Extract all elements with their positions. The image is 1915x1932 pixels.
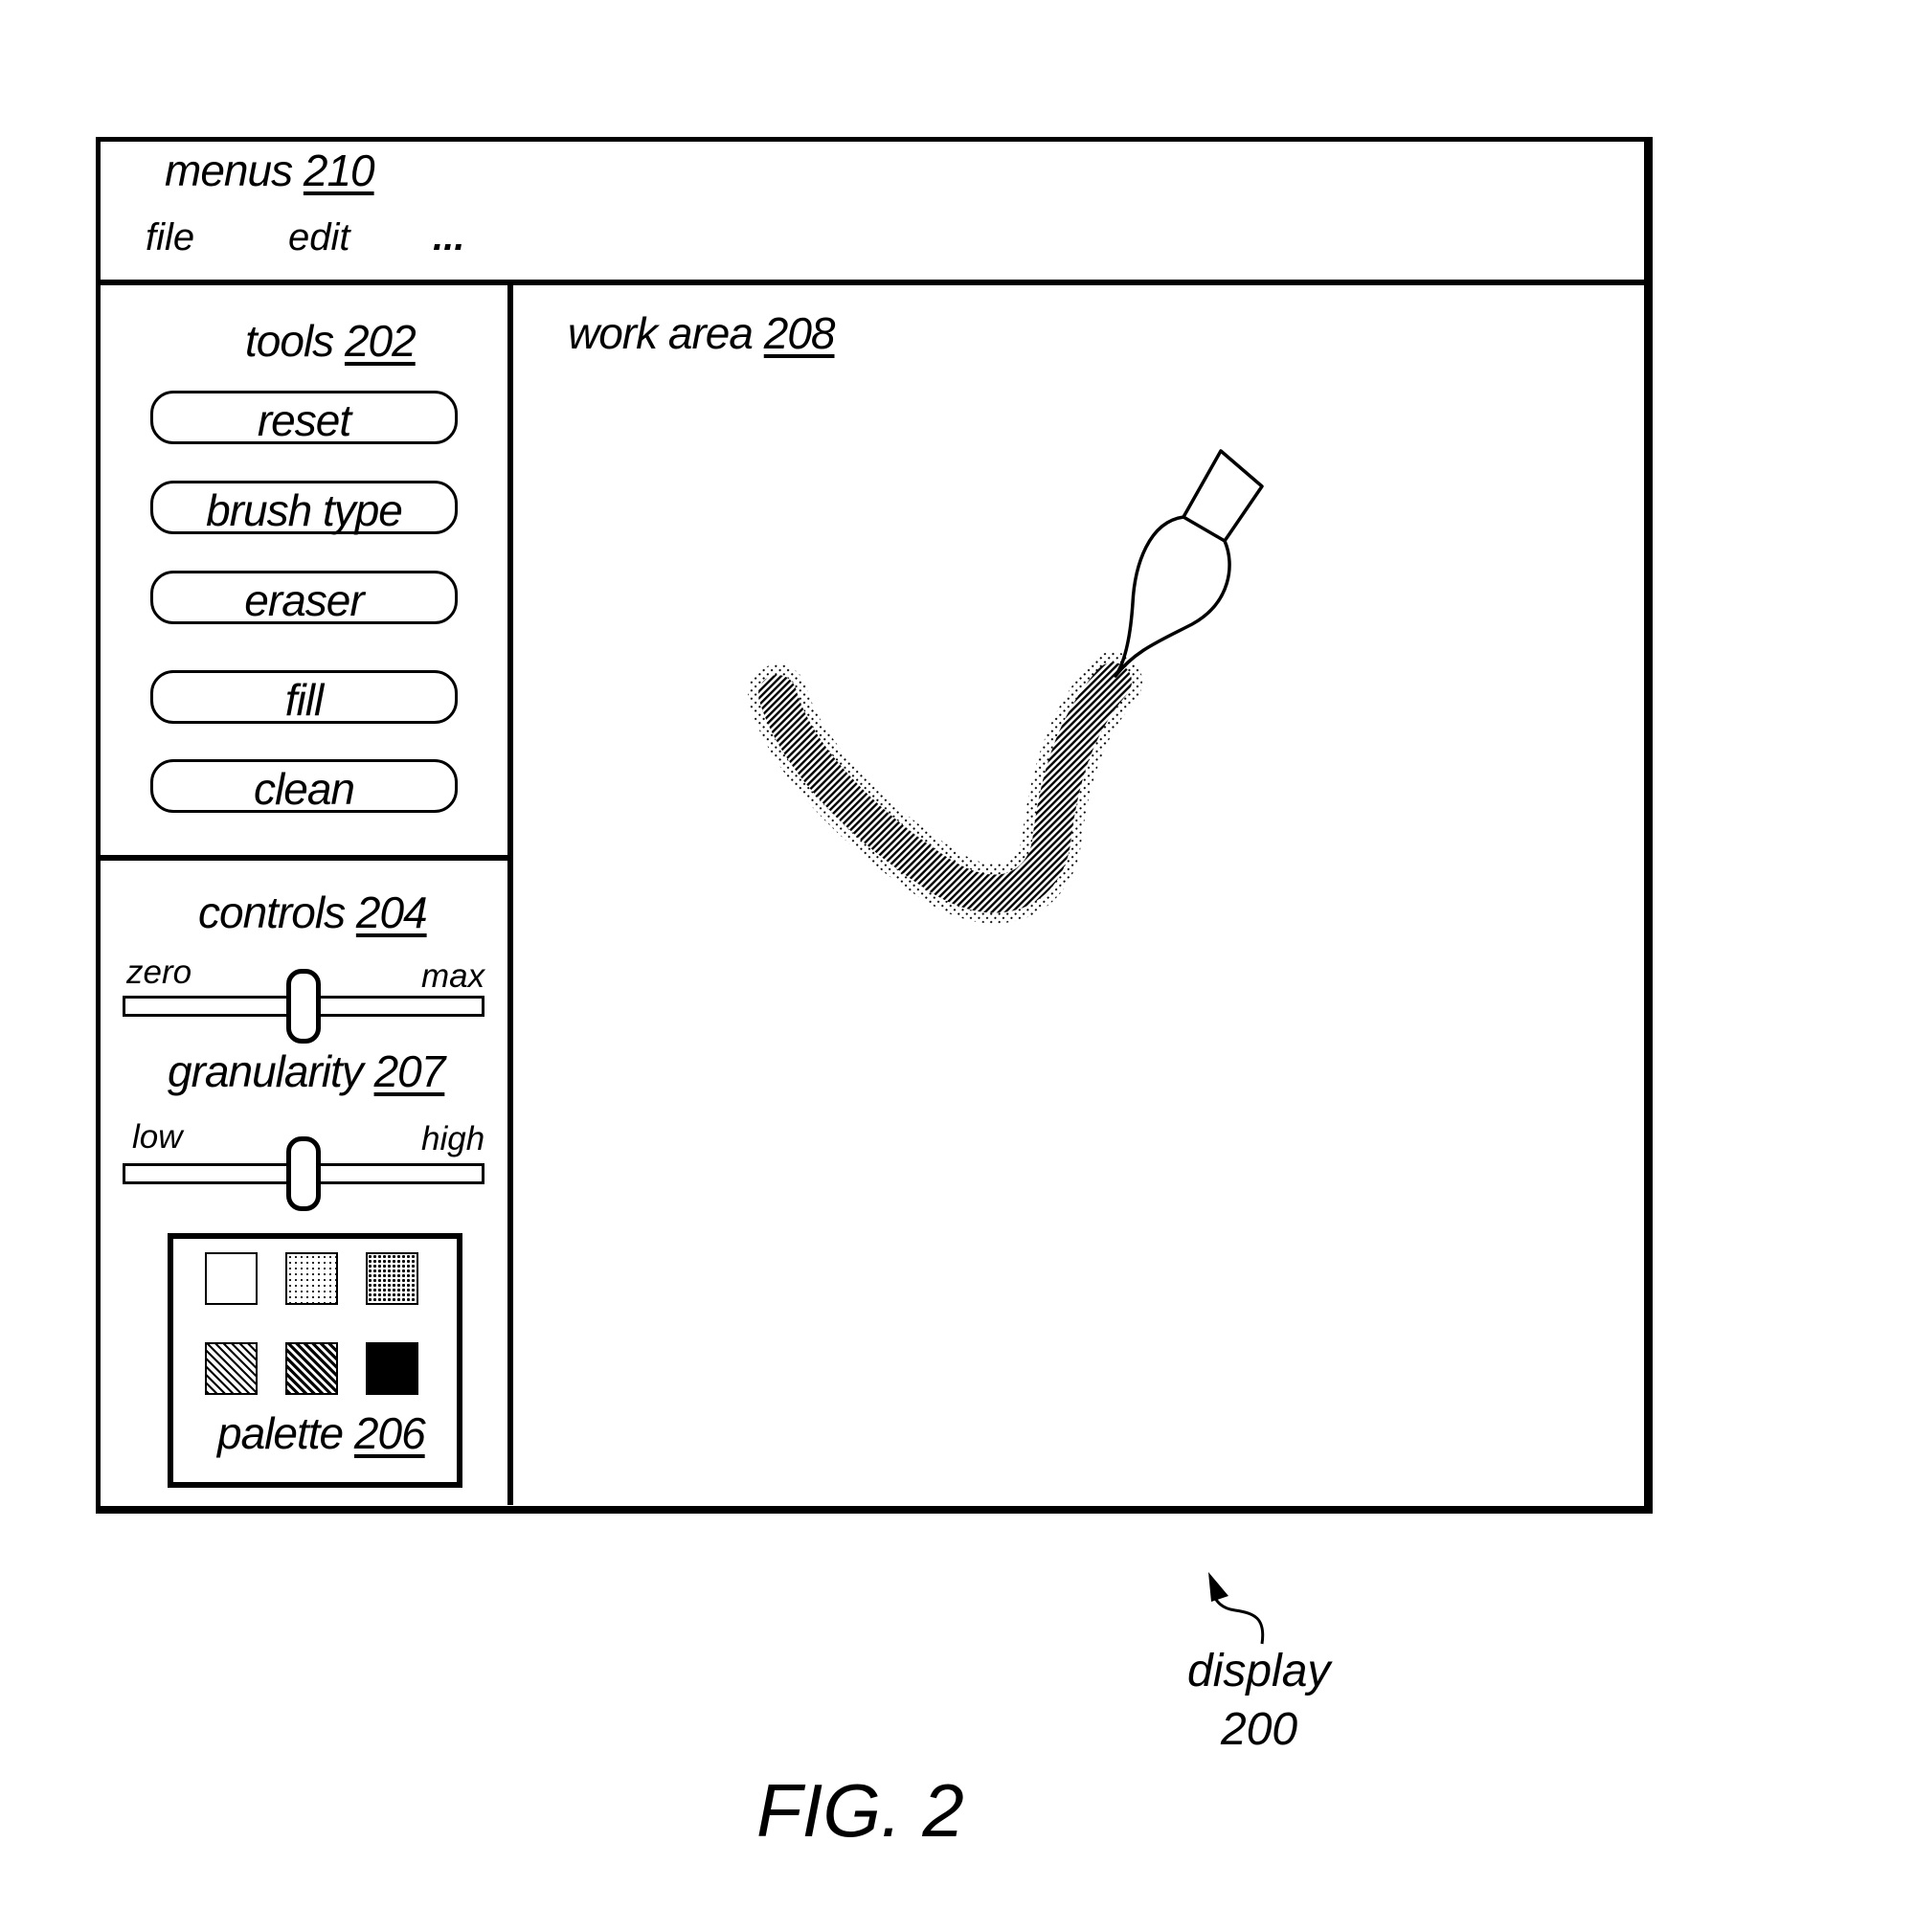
brush-handle bbox=[1182, 449, 1264, 543]
figure-caption: FIG. 2 bbox=[756, 1768, 964, 1853]
display-ref: 200 bbox=[1221, 1704, 1298, 1755]
display-label: display bbox=[1187, 1646, 1331, 1696]
brush-bristles bbox=[1114, 515, 1231, 678]
display-pointer-arrow bbox=[1208, 1572, 1265, 1645]
work-area-drawing bbox=[748, 449, 1265, 1645]
brush-stroke bbox=[748, 652, 1142, 924]
paintbrush-icon bbox=[1114, 449, 1264, 678]
